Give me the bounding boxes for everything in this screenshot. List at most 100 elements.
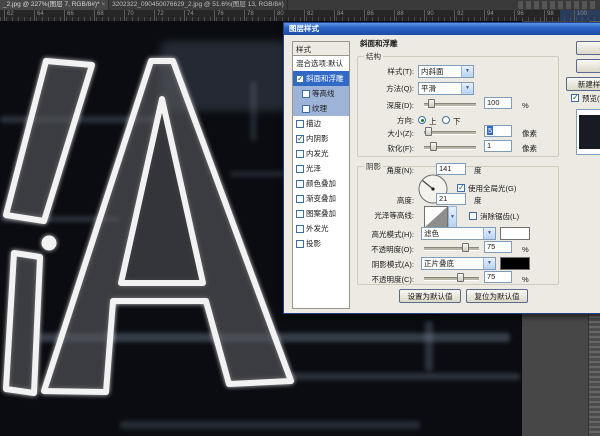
style-item-checkbox[interactable] xyxy=(296,195,304,203)
direction-down-label: 下 xyxy=(453,117,461,126)
document-tabbar: _2.jpg @ 227%(图层 7, RGB/8#)* × 3202322_0… xyxy=(0,0,600,10)
chevron-down-icon[interactable]: ▼ xyxy=(461,66,473,77)
depth-input[interactable]: 100 xyxy=(484,97,512,109)
altitude-unit: 度 xyxy=(474,196,482,205)
antialias-checkbox[interactable] xyxy=(469,212,477,220)
shadow-color-swatch[interactable] xyxy=(500,257,530,270)
new-style-button[interactable]: 新建样式(W)... xyxy=(566,77,600,91)
style-item-checkbox[interactable] xyxy=(302,105,310,113)
style-item-checkbox[interactable] xyxy=(296,120,304,128)
angle-label: 角度(N): xyxy=(359,166,414,175)
cancel-button[interactable]: 取消 xyxy=(576,59,600,73)
style-item-label: 光泽 xyxy=(306,163,321,174)
style-label: 样式(T): xyxy=(359,67,414,76)
style-list-item[interactable]: 混合选项:默认 xyxy=(293,56,349,71)
chevron-down-icon[interactable]: ▼ xyxy=(483,258,495,269)
direction-down-radio[interactable] xyxy=(442,116,450,124)
style-list-item[interactable]: 纹理 xyxy=(293,101,349,116)
style-item-label: 投影 xyxy=(306,238,321,249)
style-list-item[interactable]: 图案叠加 xyxy=(293,206,349,221)
size-input-selected-value: 5 xyxy=(487,126,493,135)
style-item-checkbox[interactable] xyxy=(296,180,304,188)
style-list-item[interactable]: 内阴影 xyxy=(293,131,349,146)
chevron-down-icon[interactable]: ▼ xyxy=(483,228,495,239)
soften-label: 软化(F): xyxy=(359,144,414,153)
document-tab-active[interactable]: _2.jpg @ 227%(图层 7, RGB/8#)* × xyxy=(0,0,109,10)
soften-slider[interactable] xyxy=(424,142,476,151)
set-default-button[interactable]: 设置为默认值 xyxy=(399,289,461,303)
style-list-item[interactable]: 斜面和浮雕 xyxy=(293,71,349,86)
ruler-number: 64 xyxy=(34,10,44,21)
soften-input[interactable]: 1 xyxy=(484,140,512,152)
altitude-label: 高度: xyxy=(379,196,414,205)
opacity1-unit: % xyxy=(522,245,529,254)
style-list-item[interactable]: 外发光 xyxy=(293,221,349,236)
antialias-label: 消除锯齿(L) xyxy=(480,212,519,221)
document-tab-inactive[interactable]: 3202322_090450076629_2.jpg @ 51.6%(图层 13… xyxy=(109,0,288,10)
ruler-number: 72 xyxy=(154,10,164,21)
opacity1-slider[interactable] xyxy=(424,243,479,252)
chevron-down-icon[interactable]: ▼ xyxy=(448,206,457,228)
style-item-checkbox[interactable] xyxy=(296,240,304,248)
style-item-checkbox[interactable] xyxy=(296,75,304,83)
photoshop-window: _2.jpg @ 227%(图层 7, RGB/8#)* × 3202322_0… xyxy=(0,0,600,436)
highlight-color-swatch[interactable] xyxy=(500,227,530,240)
styles-panel-header: 样式 xyxy=(296,44,311,55)
style-item-checkbox[interactable] xyxy=(296,150,304,158)
style-item-checkbox[interactable] xyxy=(296,210,304,218)
style-select[interactable]: 内斜面 ▼ xyxy=(418,65,474,78)
opacity2-input[interactable]: 75 xyxy=(484,271,512,283)
style-item-checkbox[interactable] xyxy=(296,165,304,173)
tab-title: _2.jpg @ 227%(图层 7, RGB/8#)* xyxy=(3,0,100,10)
ok-button[interactable]: 确定 xyxy=(576,41,600,55)
method-select[interactable]: 平滑 ▼ xyxy=(418,82,474,95)
size-unit: 像素 xyxy=(522,129,537,138)
style-item-checkbox[interactable] xyxy=(302,90,310,98)
preview-checkbox[interactable] xyxy=(571,94,579,102)
highlight-mode-select[interactable]: 滤色 ▼ xyxy=(421,227,496,240)
dialog-titlebar[interactable]: 图层样式 xyxy=(284,23,600,35)
ruler-number: 98 xyxy=(544,10,554,21)
size-slider[interactable] xyxy=(424,127,476,136)
altitude-input[interactable]: 21 xyxy=(436,193,466,205)
style-list-item[interactable]: 渐变叠加 xyxy=(293,191,349,206)
ruler-number: 86 xyxy=(364,10,374,21)
gloss-contour-thumbnail[interactable] xyxy=(424,206,448,228)
close-tab-icon[interactable]: × xyxy=(102,0,106,10)
ruler-number: 80 xyxy=(274,10,284,21)
global-light-label: 使用全局光(G) xyxy=(468,184,516,193)
chevron-down-icon[interactable]: ▼ xyxy=(461,83,473,94)
gloss-contour-label: 光泽等高线: xyxy=(347,211,414,220)
size-input[interactable]: 5 xyxy=(484,125,512,137)
ruler-number: 66 xyxy=(64,10,74,21)
opacity2-unit: % xyxy=(522,275,529,284)
opacity1-input[interactable]: 75 xyxy=(484,241,512,253)
style-item-checkbox[interactable] xyxy=(296,225,304,233)
ruler-number: 76 xyxy=(214,10,224,21)
style-item-label: 等高线 xyxy=(312,88,335,99)
style-item-checkbox[interactable] xyxy=(296,135,304,143)
style-list-item[interactable]: 投影 xyxy=(293,236,349,251)
style-item-label: 描边 xyxy=(306,118,321,129)
style-item-label: 内发光 xyxy=(306,148,329,159)
style-list-item[interactable]: 颜色叠加 xyxy=(293,176,349,191)
global-light-checkbox[interactable] xyxy=(457,184,465,192)
depth-slider[interactable] xyxy=(424,99,476,108)
ruler-number: 90 xyxy=(424,10,434,21)
styles-panel: 样式 混合选项:默认斜面和浮雕等高线纹理描边内阴影内发光光泽颜色叠加渐变叠加图案… xyxy=(292,41,350,309)
shadow-mode-select[interactable]: 正片叠底 ▼ xyxy=(421,257,496,270)
style-list-item[interactable]: 光泽 xyxy=(293,161,349,176)
direction-label: 方向: xyxy=(359,116,414,125)
ruler-number: 74 xyxy=(184,10,194,21)
direction-up-radio[interactable] xyxy=(418,116,426,124)
reset-default-button[interactable]: 复位为默认值 xyxy=(466,289,528,303)
style-list-item[interactable]: 描边 xyxy=(293,116,349,131)
style-item-label: 纹理 xyxy=(312,103,327,114)
opacity2-slider[interactable] xyxy=(424,273,479,282)
style-list-item[interactable]: 内发光 xyxy=(293,146,349,161)
tab-title: 3202322_090450076629_2.jpg @ 51.6%(图层 13… xyxy=(112,0,284,10)
ruler-number: 68 xyxy=(94,10,104,21)
style-list-item[interactable]: 等高线 xyxy=(293,86,349,101)
letter-fragment-dot xyxy=(45,239,54,248)
styles-list: 混合选项:默认斜面和浮雕等高线纹理描边内阴影内发光光泽颜色叠加渐变叠加图案叠加外… xyxy=(293,55,349,308)
